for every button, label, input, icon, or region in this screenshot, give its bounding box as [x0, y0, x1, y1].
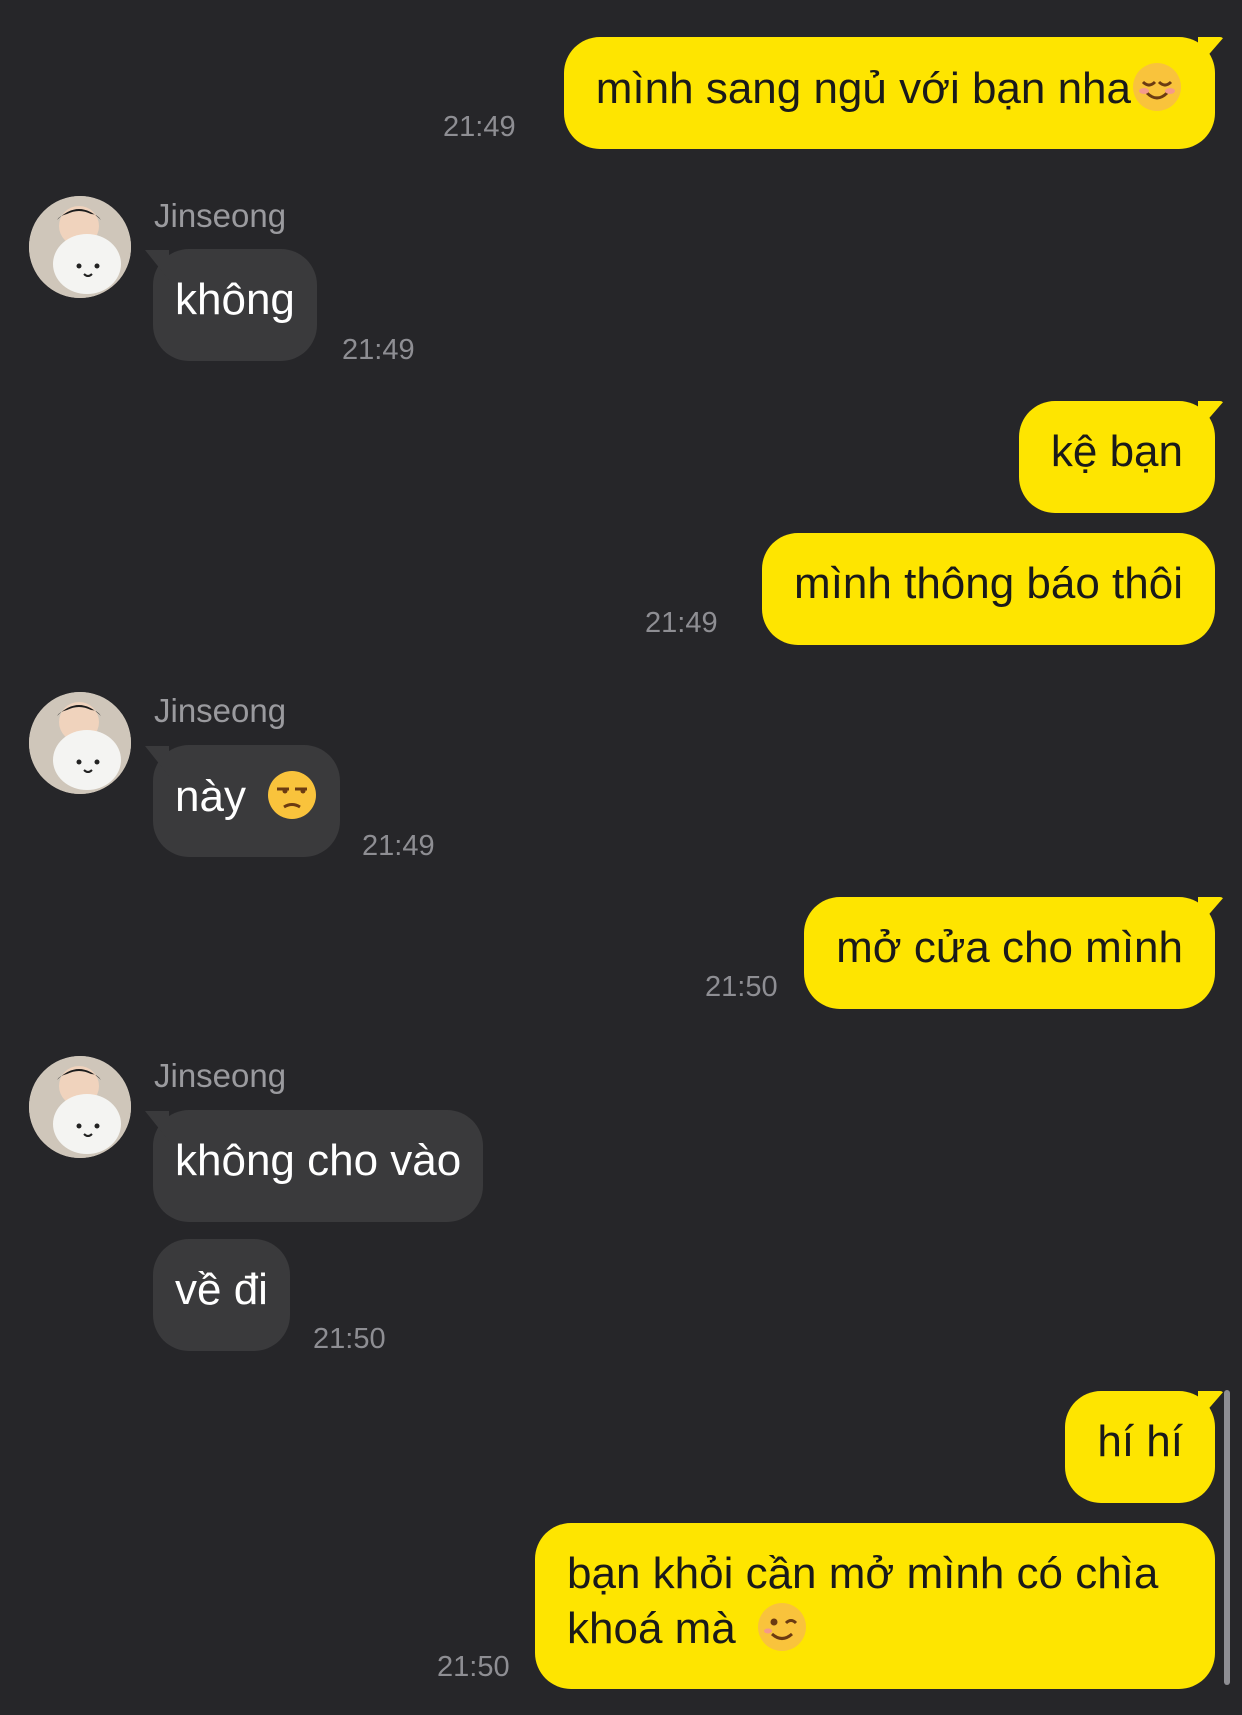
message-text: mình thông báo thôi — [794, 559, 1183, 608]
message-timestamp: 21:50 — [313, 1323, 386, 1355]
avatar[interactable] — [29, 1056, 131, 1158]
message-timestamp: 21:49 — [362, 830, 435, 862]
incoming-message[interactable]: này — [153, 745, 341, 857]
avatar[interactable] — [29, 196, 131, 298]
outgoing-message[interactable]: mở cửa cho mình — [804, 897, 1215, 1009]
outgoing-message[interactable]: bạn khỏi cần mở mình có chìa khoá mà — [535, 1523, 1215, 1689]
message-text: không cho vào — [175, 1136, 462, 1185]
message-text: mở cửa cho mình — [836, 923, 1183, 972]
contact-name: Jinseong — [154, 692, 287, 729]
message-timestamp: 21:49 — [443, 111, 516, 143]
message-text: không — [175, 275, 295, 324]
incoming-message[interactable]: về đi — [153, 1239, 290, 1351]
message-timestamp: 21:49 — [645, 607, 718, 639]
avatar[interactable] — [29, 692, 131, 794]
message-text: này — [175, 772, 246, 821]
outgoing-message[interactable]: mình thông báo thôi — [762, 533, 1215, 645]
scrollbar[interactable] — [1224, 1390, 1230, 1685]
smiling-face-icon — [1131, 61, 1183, 113]
outgoing-message[interactable]: mình sang ngủ với bạn nha — [563, 37, 1215, 149]
incoming-message[interactable]: không — [153, 249, 317, 361]
message-text-line: bạn khỏi cần mở mình có chìa — [567, 1549, 1159, 1598]
message-text-line: khoá mà — [567, 1601, 1183, 1656]
message-text: mình sang ngủ với bạn nha — [595, 64, 1131, 113]
message-text: khoá mà — [567, 1604, 736, 1653]
outgoing-message[interactable]: hí hí — [1065, 1391, 1215, 1503]
message-text: hí hí — [1097, 1417, 1183, 1466]
message-text: về đi — [175, 1265, 268, 1314]
message-timestamp: 21:50 — [437, 1651, 510, 1683]
contact-name: Jinseong — [154, 197, 287, 234]
message-timestamp: 21:50 — [705, 971, 778, 1003]
message-text: kệ bạn — [1050, 427, 1183, 476]
message-timestamp: 21:49 — [342, 334, 415, 366]
winking-face-icon — [756, 1601, 808, 1653]
outgoing-message[interactable]: kệ bạn — [1018, 401, 1215, 513]
contact-name: Jinseong — [154, 1057, 287, 1094]
incoming-message[interactable]: không cho vào — [153, 1110, 484, 1222]
unamused-face-icon — [266, 769, 318, 821]
